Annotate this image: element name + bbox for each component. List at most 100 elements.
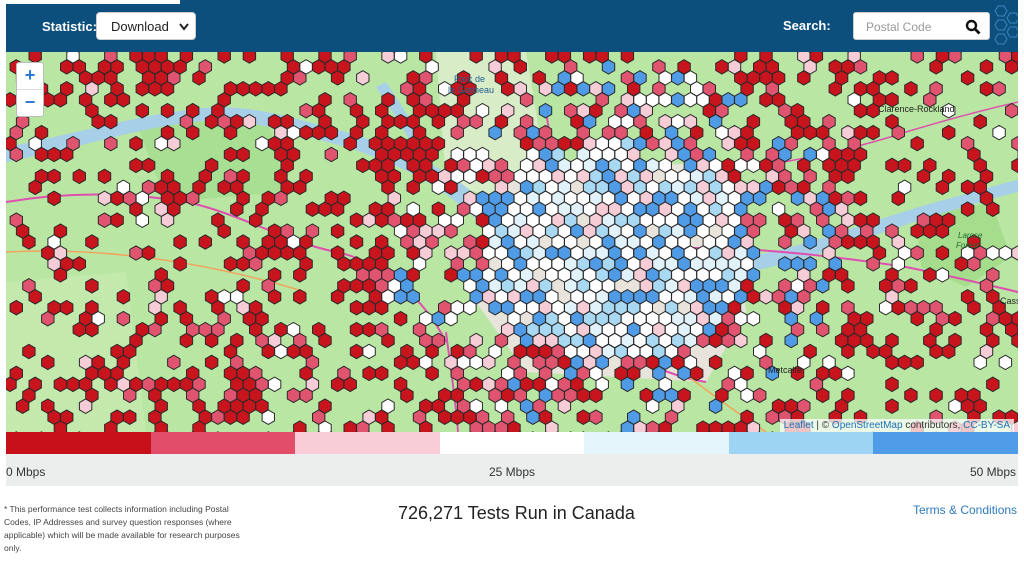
hex-cell[interactable] <box>935 267 950 283</box>
hex-cell[interactable] <box>381 332 395 349</box>
hex-cell[interactable] <box>110 190 124 207</box>
hex-cell[interactable] <box>897 354 912 371</box>
hex-cell[interactable] <box>929 387 943 404</box>
hex-cell[interactable] <box>960 201 975 217</box>
hex-cell[interactable] <box>910 223 924 239</box>
hex-cell[interactable] <box>223 256 238 272</box>
hex-cell[interactable] <box>1005 102 1018 119</box>
hex-cell[interactable] <box>85 278 99 294</box>
hex-cell[interactable] <box>519 92 534 108</box>
hex-cell[interactable] <box>885 70 899 86</box>
hex-cell[interactable] <box>167 354 181 371</box>
hex-cell[interactable] <box>501 81 515 97</box>
hex-cell[interactable] <box>576 409 590 425</box>
hex-cell[interactable] <box>223 146 238 163</box>
hex-cell[interactable] <box>242 113 257 130</box>
hex-cell[interactable] <box>904 278 918 294</box>
hex-cell[interactable] <box>948 398 962 414</box>
hex-cell[interactable] <box>954 256 968 272</box>
hex-cell[interactable] <box>816 278 830 294</box>
hex-cell[interactable] <box>469 354 483 371</box>
hex-cell[interactable] <box>47 168 61 185</box>
hex-cell[interactable] <box>973 113 987 130</box>
hex-cell[interactable] <box>866 124 880 141</box>
hex-cell[interactable] <box>135 81 149 97</box>
hex-cell[interactable] <box>759 92 773 108</box>
hex-cell[interactable] <box>362 365 376 382</box>
hex-cell[interactable] <box>337 256 351 272</box>
hex-cell[interactable] <box>683 92 698 108</box>
hex-cell[interactable] <box>97 190 112 207</box>
hex-cell[interactable] <box>249 256 263 272</box>
hex-cell[interactable] <box>53 267 68 283</box>
zoom-out-button[interactable]: − <box>17 90 43 116</box>
hex-cell[interactable] <box>973 354 987 371</box>
hex-cell[interactable] <box>979 59 994 75</box>
hex-cell[interactable] <box>721 332 735 349</box>
hex-cell[interactable] <box>885 376 899 393</box>
hex-cell[interactable] <box>393 354 408 371</box>
hex-cell[interactable] <box>204 332 219 349</box>
hex-cell[interactable] <box>217 223 231 239</box>
hex-cell[interactable] <box>330 376 345 393</box>
hex-cell[interactable] <box>9 146 23 163</box>
map-canvas[interactable]: Parc de la Gatineau Clarence-Rockland Lar… <box>6 52 1018 432</box>
hex-cell[interactable] <box>312 124 326 141</box>
hex-cell[interactable] <box>778 234 792 250</box>
hex-cell[interactable] <box>721 135 735 152</box>
hex-cell[interactable] <box>192 70 206 86</box>
hex-cell[interactable] <box>601 59 616 75</box>
hex-cell[interactable] <box>6 92 17 108</box>
hex-cell[interactable] <box>620 376 635 393</box>
hex-cell[interactable] <box>349 299 364 316</box>
hex-cell[interactable] <box>438 409 452 425</box>
hex-cell[interactable] <box>34 146 49 163</box>
hex-cell[interactable] <box>708 398 723 414</box>
hex-cell[interactable] <box>734 92 748 108</box>
hex-cell[interactable] <box>784 332 798 349</box>
hex-cell[interactable] <box>362 321 376 338</box>
hex-cell[interactable] <box>910 310 924 327</box>
hex-cell[interactable] <box>891 124 905 141</box>
leaflet-link[interactable]: Leaflet <box>784 420 814 431</box>
hex-cell[interactable] <box>129 157 143 174</box>
hex-cell[interactable] <box>349 321 364 338</box>
hex-cell[interactable] <box>431 113 446 130</box>
hex-cell[interactable] <box>47 190 61 207</box>
hex-cell[interactable] <box>935 179 950 196</box>
hex-cell[interactable] <box>658 92 672 108</box>
hex-cell[interactable] <box>942 343 956 360</box>
hex-cell[interactable] <box>148 81 162 97</box>
hex-cell[interactable] <box>904 81 918 97</box>
hex-cell[interactable] <box>406 289 420 305</box>
hex-cell[interactable] <box>167 376 181 393</box>
hex-cell[interactable] <box>330 223 345 239</box>
hex-cell[interactable] <box>293 70 307 86</box>
hex-cell[interactable] <box>110 212 124 228</box>
hex-cell[interactable] <box>72 256 86 272</box>
hex-cell[interactable] <box>469 376 483 393</box>
hex-cell[interactable] <box>923 267 937 283</box>
hex-cell[interactable] <box>904 387 918 404</box>
hex-cell[interactable] <box>72 168 86 185</box>
hex-cell[interactable] <box>746 289 761 305</box>
hex-cell[interactable] <box>916 168 931 185</box>
terms-link[interactable]: Terms & Conditions <box>913 503 1017 517</box>
hex-cell[interactable] <box>223 409 238 425</box>
hex-cell[interactable] <box>299 124 313 141</box>
hex-cell[interactable] <box>66 376 80 393</box>
hex-cell[interactable] <box>708 354 723 371</box>
hex-cell[interactable] <box>425 365 439 382</box>
hex-cell[interactable] <box>746 157 761 174</box>
hex-cell[interactable] <box>765 409 779 425</box>
hex-cell[interactable] <box>362 299 376 316</box>
hex-cell[interactable] <box>475 168 490 185</box>
hex-cell[interactable] <box>885 398 899 414</box>
hex-cell[interactable] <box>60 146 74 163</box>
hex-cell[interactable] <box>261 81 275 97</box>
hex-cell[interactable] <box>362 343 376 360</box>
hex-cell[interactable] <box>91 113 105 130</box>
license-link[interactable]: CC-BY-SA <box>963 420 1010 431</box>
hex-cell[interactable] <box>589 409 603 425</box>
hex-cell[interactable] <box>299 387 313 404</box>
